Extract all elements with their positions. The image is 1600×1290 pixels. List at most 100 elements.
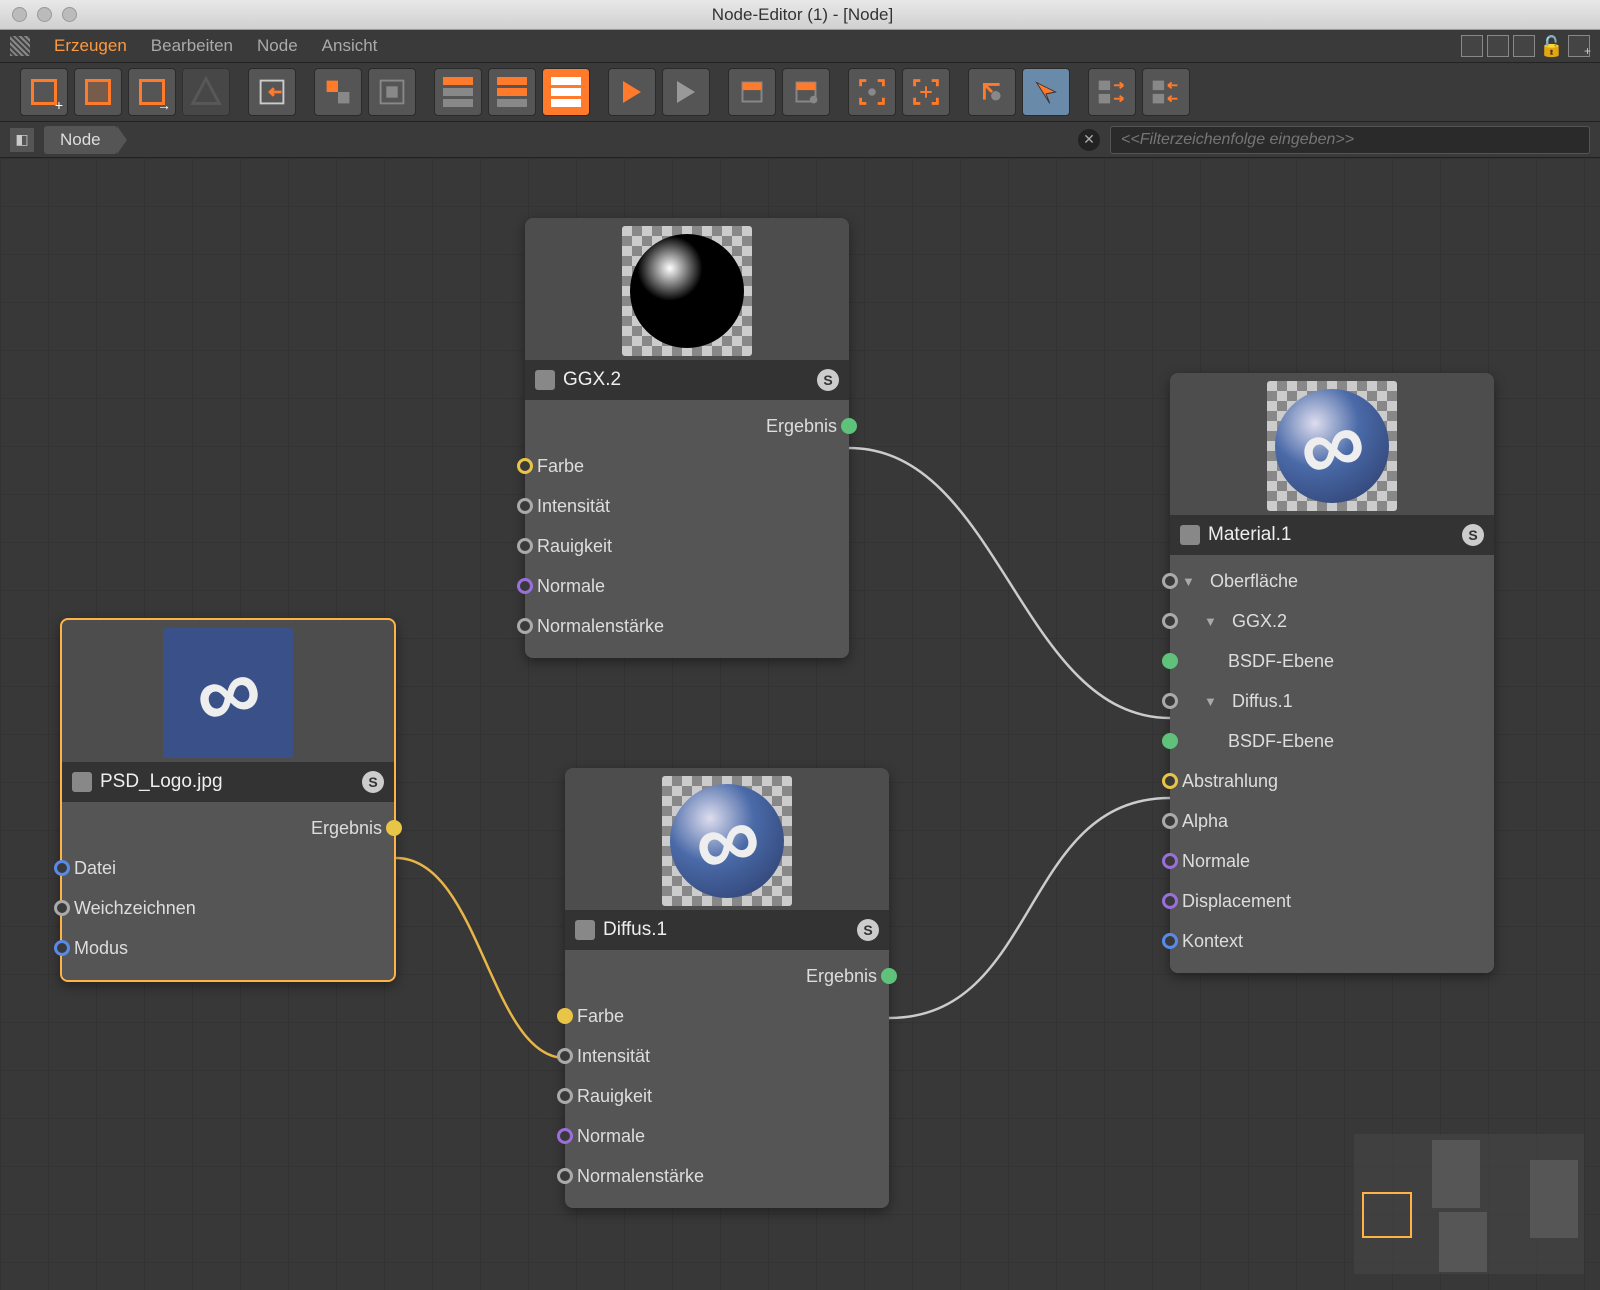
output-ergebnis[interactable]: Ergebnis xyxy=(62,808,394,848)
node-title: Material.1 xyxy=(1208,524,1291,546)
input-normalenstaerke[interactable]: Normalenstärke xyxy=(565,1156,889,1196)
input-displacement[interactable]: Displacement xyxy=(1170,881,1494,921)
output-ergebnis[interactable]: Ergebnis xyxy=(565,956,889,996)
input-normale[interactable]: Normale xyxy=(565,1116,889,1156)
snap-back-button[interactable] xyxy=(968,68,1016,116)
input-kontext[interactable]: Kontext xyxy=(1170,921,1494,961)
node-preview xyxy=(62,620,394,762)
stack-all-button[interactable] xyxy=(542,68,590,116)
lock-icon[interactable]: 🔓 xyxy=(1539,34,1564,59)
grip-icon[interactable] xyxy=(10,36,30,56)
caret-down-icon[interactable]: ▼ xyxy=(1182,574,1196,589)
tool-group-group xyxy=(312,66,418,118)
frame-all-button[interactable] xyxy=(848,68,896,116)
panel-layout-a-icon[interactable] xyxy=(1461,35,1483,57)
node-title: GGX.2 xyxy=(563,369,621,391)
titlebar: Node-Editor (1) - [Node] xyxy=(0,0,1600,30)
node-title: Diffus.1 xyxy=(603,919,667,941)
play-grey-button[interactable] xyxy=(662,68,710,116)
cursor-button[interactable] xyxy=(1022,68,1070,116)
tree-ggx2[interactable]: ▼GGX.2 xyxy=(1170,601,1494,641)
node-psd-logo[interactable]: PSD_Logo.jpg S Ergebnis Datei Weichzeich… xyxy=(60,618,396,982)
stack-top-button[interactable] xyxy=(434,68,482,116)
caret-down-icon[interactable]: ▼ xyxy=(1204,694,1218,709)
minimize-window-button[interactable] xyxy=(37,7,52,22)
node-body: Ergebnis Farbe Intensität Rauigkeit Norm… xyxy=(565,950,889,1208)
node-diffus1[interactable]: Diffus.1 S Ergebnis Farbe Intensität Rau… xyxy=(565,768,889,1208)
input-intensitaet[interactable]: Intensität xyxy=(565,1036,889,1076)
caret-down-icon[interactable]: ▼ xyxy=(1204,614,1218,629)
input-datei[interactable]: Datei xyxy=(62,848,394,888)
node-canvas[interactable]: GGX.2 S Ergebnis Farbe Intensität Rauigk… xyxy=(0,158,1600,1290)
node-type-icon xyxy=(1180,525,1200,545)
panel-layout-b-icon[interactable] xyxy=(1487,35,1509,57)
select-node-button[interactable] xyxy=(74,68,122,116)
tool-group-frame xyxy=(846,66,952,118)
node-type-icon xyxy=(72,772,92,792)
box-a-button[interactable] xyxy=(728,68,776,116)
solo-badge[interactable]: S xyxy=(817,369,839,391)
menu-node[interactable]: Node xyxy=(257,36,298,56)
input-normale[interactable]: Normale xyxy=(525,566,849,606)
add-panel-icon[interactable]: + xyxy=(1568,35,1590,57)
ungroup-button[interactable] xyxy=(368,68,416,116)
input-normalenstaerke[interactable]: Normalenstärke xyxy=(525,606,849,646)
input-bsdf-ebene-1[interactable]: BSDF-Ebene xyxy=(1170,641,1494,681)
output-ergebnis[interactable]: Ergebnis xyxy=(525,406,849,446)
export-node-button[interactable]: → xyxy=(128,68,176,116)
input-intensitaet[interactable]: Intensität xyxy=(525,486,849,526)
node-material1[interactable]: Material.1 S ▼Oberfläche ▼GGX.2 BSDF-Ebe… xyxy=(1170,373,1494,973)
breadcrumb-bar: ◧ Node ✕ xyxy=(0,122,1600,158)
filter-input[interactable] xyxy=(1110,126,1590,154)
node-header[interactable]: PSD_Logo.jpg S xyxy=(62,762,394,802)
input-oberflaeche[interactable]: ▼Oberfläche xyxy=(1170,561,1494,601)
node-header[interactable]: Diffus.1 S xyxy=(565,910,889,950)
input-modus[interactable]: Modus xyxy=(62,928,394,968)
node-preview xyxy=(565,768,889,910)
input-farbe[interactable]: Farbe xyxy=(565,996,889,1036)
node-ggx2[interactable]: GGX.2 S Ergebnis Farbe Intensität Rauigk… xyxy=(525,218,849,658)
input-abstrahlung[interactable]: Abstrahlung xyxy=(1170,761,1494,801)
node-header[interactable]: GGX.2 S xyxy=(525,360,849,400)
tool-group-play xyxy=(606,66,712,118)
tree-diffus1[interactable]: ▼Diffus.1 xyxy=(1170,681,1494,721)
menubar: Erzeugen Bearbeiten Node Ansicht 🔓 + xyxy=(0,30,1600,62)
align-v-button[interactable] xyxy=(1142,68,1190,116)
menu-erzeugen[interactable]: Erzeugen xyxy=(54,36,127,56)
warning-button[interactable] xyxy=(182,68,230,116)
frame-selected-button[interactable] xyxy=(902,68,950,116)
panel-layout-c-icon[interactable] xyxy=(1513,35,1535,57)
solo-badge[interactable]: S xyxy=(362,771,384,793)
align-h-button[interactable] xyxy=(1088,68,1136,116)
input-rauigkeit[interactable]: Rauigkeit xyxy=(525,526,849,566)
add-node-button[interactable]: + xyxy=(20,68,68,116)
window-controls xyxy=(12,7,77,22)
input-alpha[interactable]: Alpha xyxy=(1170,801,1494,841)
solo-badge[interactable]: S xyxy=(857,919,879,941)
solo-badge[interactable]: S xyxy=(1462,524,1484,546)
box-b-button[interactable] xyxy=(782,68,830,116)
input-normale[interactable]: Normale xyxy=(1170,841,1494,881)
input-bsdf-ebene-2[interactable]: BSDF-Ebene xyxy=(1170,721,1494,761)
breadcrumb-node[interactable]: Node xyxy=(44,126,117,154)
close-window-button[interactable] xyxy=(12,7,27,22)
node-body: ▼Oberfläche ▼GGX.2 BSDF-Ebene ▼Diffus.1 … xyxy=(1170,555,1494,973)
node-header[interactable]: Material.1 S xyxy=(1170,515,1494,555)
input-weichzeichnen[interactable]: Weichzeichnen xyxy=(62,888,394,928)
stack-mid-button[interactable] xyxy=(488,68,536,116)
menu-bearbeiten[interactable]: Bearbeiten xyxy=(151,36,233,56)
tool-group-add: + → xyxy=(18,66,232,118)
path-root-icon[interactable]: ◧ xyxy=(10,128,34,152)
window-title: Node-Editor (1) - [Node] xyxy=(77,5,1528,25)
toolbar: + → xyxy=(0,62,1600,122)
play-orange-button[interactable] xyxy=(608,68,656,116)
input-farbe[interactable]: Farbe xyxy=(525,446,849,486)
zoom-window-button[interactable] xyxy=(62,7,77,22)
minimap-viewport[interactable] xyxy=(1362,1192,1412,1238)
menu-ansicht[interactable]: Ansicht xyxy=(322,36,378,56)
import-button[interactable] xyxy=(248,68,296,116)
clear-filter-button[interactable]: ✕ xyxy=(1078,129,1100,151)
input-rauigkeit[interactable]: Rauigkeit xyxy=(565,1076,889,1116)
minimap[interactable] xyxy=(1354,1134,1584,1274)
group-button[interactable] xyxy=(314,68,362,116)
